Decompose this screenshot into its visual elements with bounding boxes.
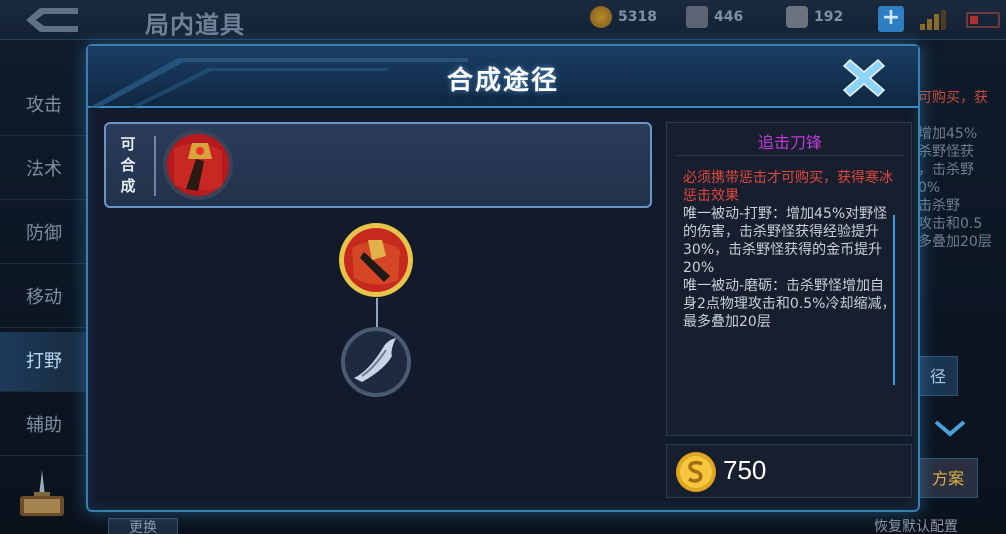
dialog-title: 合成途径 — [446, 66, 559, 96]
nav-item-jungle[interactable]: 打野 — [0, 332, 88, 392]
back-arrow-icon[interactable] — [18, 4, 88, 36]
hunting-knife-item-icon — [341, 327, 411, 397]
gold-coin-icon — [676, 452, 716, 492]
divider — [677, 155, 903, 156]
chasing-blade-item-icon — [339, 223, 413, 297]
chevron-down-icon[interactable] — [930, 418, 970, 440]
diamond-counter: 446 — [686, 6, 743, 28]
gold-coin-icon — [590, 6, 612, 28]
category-nav: 攻击 法术 防御 移动 打野 辅助 — [0, 76, 88, 476]
voucher-amount: 192 — [814, 9, 844, 25]
nav-item-defense[interactable]: 防御 — [0, 204, 88, 264]
scrollbar[interactable] — [893, 215, 895, 385]
divider — [154, 136, 156, 196]
synthesis-path-dialog: 合成途径 可合成 追击刀锋 必须携带惩击才可购买，获得寒冰惩击效果 唯一被动-打… — [86, 44, 920, 512]
path-connector — [376, 298, 378, 328]
price-panel: 750 — [666, 444, 912, 498]
bg-text-line-3: 杀野怪获 — [918, 144, 974, 160]
path-button[interactable]: 径 — [918, 356, 958, 396]
sword-book-icon[interactable] — [14, 466, 70, 522]
item-detail-panel: 追击刀锋 必须携带惩击才可购买，获得寒冰惩击效果 唯一被动-打野：增加45%对野… — [666, 122, 912, 436]
gold-amount: 5318 — [618, 9, 657, 25]
signal-icon — [920, 10, 946, 30]
bg-text-line-6: 击杀野 — [918, 198, 960, 214]
battery-icon — [966, 12, 1000, 28]
combinable-label: 可合成 — [120, 135, 136, 195]
voucher-icon — [786, 6, 808, 28]
game-screen: 局内道具 5318 446 192 + 攻击 法术 防御 移动 打野 辅助 更换… — [0, 0, 1006, 534]
diamond-icon — [686, 6, 708, 28]
nav-item-attack[interactable]: 攻击 — [0, 76, 88, 136]
page-title: 局内道具 — [145, 11, 245, 39]
top-bar: 局内道具 5318 446 192 + — [0, 0, 1006, 40]
crimson-blade-item-icon — [163, 130, 233, 200]
bg-text-line-2: 增加45% — [918, 126, 978, 142]
restore-default-button[interactable]: 恢复默认配置 — [874, 516, 958, 534]
selected-item-slot[interactable] — [338, 222, 414, 298]
bg-text-line-1: 可购买，获 — [918, 90, 988, 106]
scheme-button[interactable]: 方案 — [918, 458, 978, 498]
voucher-counter: 192 — [786, 6, 843, 28]
diamond-amount: 446 — [714, 9, 744, 25]
nav-item-movement[interactable]: 移动 — [0, 268, 88, 328]
purchase-requirement: 必须携带惩击才可购买，获得寒冰惩击效果 — [683, 170, 893, 204]
close-icon[interactable] — [842, 56, 886, 100]
swap-button[interactable]: 更换 — [108, 518, 178, 534]
dialog-header: 合成途径 — [88, 46, 918, 108]
item-description: 必须携带惩击才可购买，获得寒冰惩击效果 唯一被动-打野：增加45%对野怪的伤害，… — [683, 169, 897, 331]
bg-text-line-5: 0% — [918, 180, 941, 196]
nav-item-magic[interactable]: 法术 — [0, 140, 88, 200]
bg-text-line-4: ，击杀野 — [918, 162, 974, 178]
passive-jungle-text: 唯一被动-打野：增加45%对野怪的伤害，击杀野怪获得经验提升30%，击杀野怪获得… — [683, 206, 888, 276]
recharge-button[interactable]: + — [878, 6, 904, 32]
nav-item-support[interactable]: 辅助 — [0, 396, 88, 456]
bg-text-line-7: 攻击和0.5 — [918, 216, 983, 232]
bg-text-line-8: 多叠加20层 — [918, 234, 992, 250]
passive-sharpen-text: 唯一被动-磨砺：击杀野怪增加自身2点物理攻击和0.5%冷却缩减，最多叠加20层 — [683, 278, 896, 330]
upgrade-item-slot[interactable] — [162, 129, 234, 201]
component-item-slot[interactable] — [340, 326, 412, 398]
gold-counter: 5318 — [590, 6, 657, 28]
item-price: 750 — [723, 455, 767, 485]
combinable-items-row: 可合成 — [104, 122, 652, 208]
item-name: 追击刀锋 — [757, 133, 822, 152]
